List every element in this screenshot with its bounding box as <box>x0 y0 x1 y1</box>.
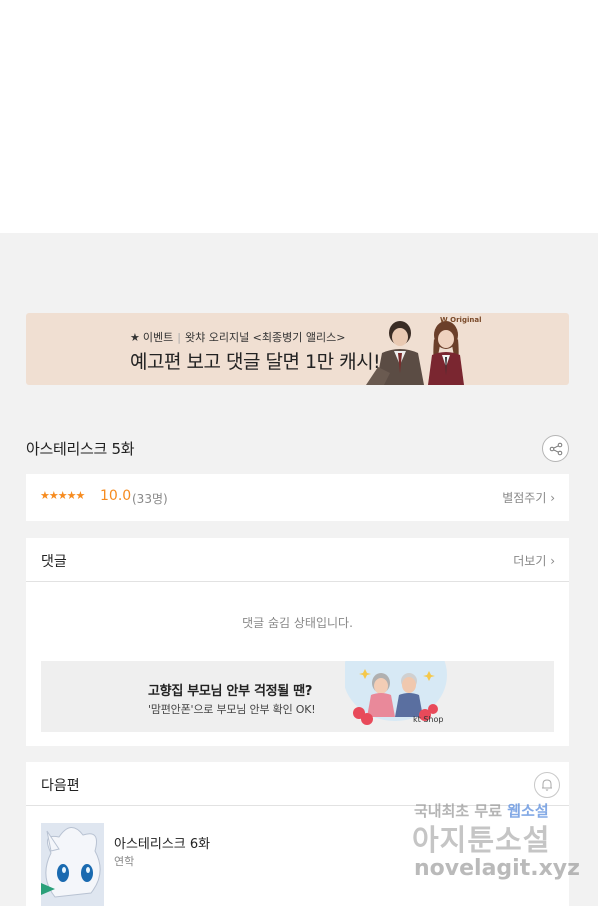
next-episode-status: 연학 <box>114 855 135 868</box>
site-watermark: 국내최초 무료 웹소설 아지툰소설 novelagit.xyz <box>412 800 582 890</box>
rating-card: ★★★★★ 10.0 (33명) 별점주기 › <box>26 474 569 521</box>
bell-icon <box>542 779 552 791</box>
banner-subtitle: ★ 이벤트 | 왓챠 오리지널 <최종병기 앨리스> <box>130 331 346 344</box>
share-icon <box>549 442 562 455</box>
comments-header: 댓글 더보기 › <box>26 538 569 582</box>
comments-hidden-message: 댓글 숨김 상태입니다. <box>242 616 353 630</box>
banner-brand-logo: W Original <box>440 316 482 324</box>
episode-title: 아스테리스크 5화 <box>26 440 135 458</box>
watermark-url: novelagit.xyz <box>414 856 580 881</box>
ad-title: 고향집 부모님 안부 걱정될 땐? <box>148 684 313 699</box>
watermark-brand: 아지툰소설 <box>412 823 551 857</box>
next-episode-thumbnail[interactable] <box>41 823 104 906</box>
next-episode-title[interactable]: 아스테리스크 6화 <box>114 833 210 852</box>
content-area-top <box>0 0 598 233</box>
event-banner[interactable]: ★ 이벤트 | 왓챠 오리지널 <최종병기 앨리스> 예고편 보고 댓글 달면 1만 … <box>26 313 569 385</box>
kt-shop-ad[interactable]: 고향집 부모님 안부 걱정될 땐? '맘편안폰'으로 부모님 안부 확인 OK!… <box>41 661 554 732</box>
rate-button[interactable]: 별점주기 › <box>502 489 555 506</box>
rating-score: 10.0 <box>100 488 132 504</box>
rating-stars: ★★★★★ <box>40 489 85 502</box>
rating-count: (33명) <box>132 492 168 506</box>
star-icon: ★ <box>130 331 140 344</box>
notification-button[interactable] <box>534 772 560 798</box>
comments-more-link[interactable]: 더보기 › <box>513 552 555 569</box>
ad-subtitle: '맘편안폰'으로 부모님 안부 확인 OK! <box>148 703 316 716</box>
next-title: 다음편 <box>41 778 80 794</box>
banner-headline: 예고편 보고 댓글 달면 1만 캐시! <box>130 351 381 373</box>
share-button[interactable] <box>542 435 569 462</box>
comments-title: 댓글 <box>41 554 67 570</box>
banner-people-image <box>366 321 464 385</box>
ad-brand-logo: kt Shop <box>413 715 444 724</box>
comments-card: 댓글 더보기 › 댓글 숨김 상태입니다. 고향집 부모님 안부 걱정될 땐? … <box>26 538 569 746</box>
